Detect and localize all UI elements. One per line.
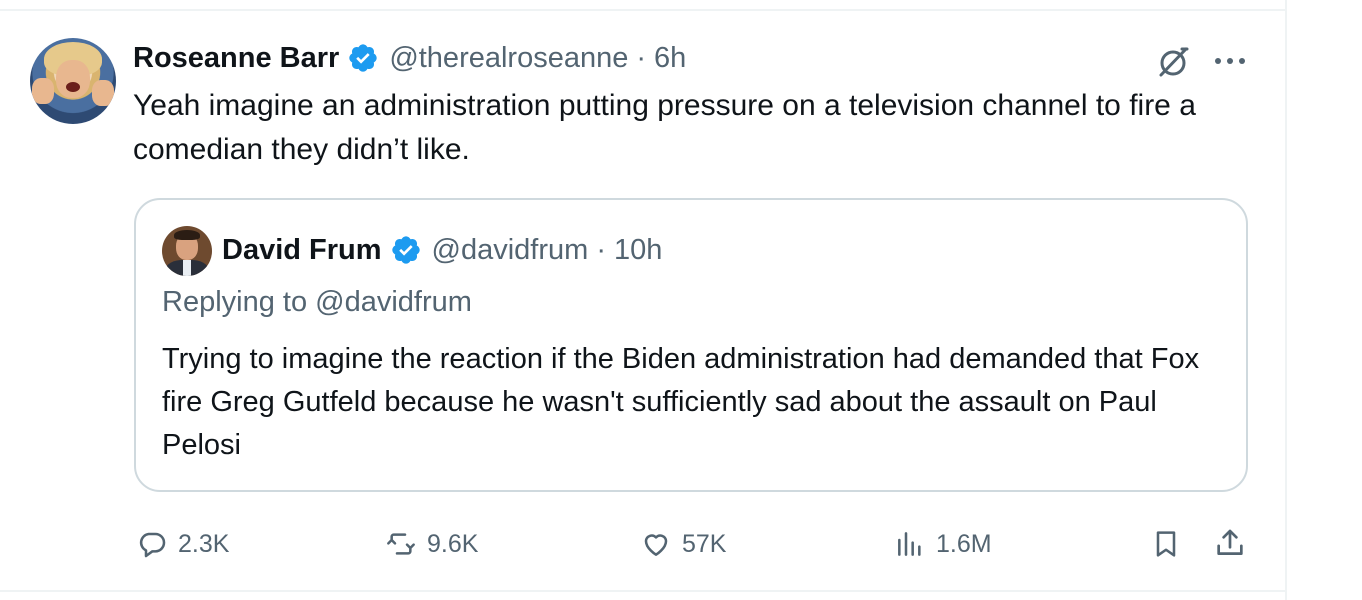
views-button[interactable]: 1.6M xyxy=(894,524,992,564)
avatar-hair xyxy=(174,230,200,240)
views-count: 1.6M xyxy=(936,529,992,558)
bottom-divider xyxy=(0,590,1285,592)
avatar-hand-left xyxy=(32,78,54,104)
repost-count: 9.6K xyxy=(427,529,479,558)
quoted-author-avatar[interactable] xyxy=(162,226,212,276)
quoted-tweet-text: Trying to imagine the reaction if the Bi… xyxy=(162,343,1200,461)
avatar-hand-right xyxy=(92,80,114,106)
views-icon xyxy=(898,532,921,556)
quoted-tweet-timestamp[interactable]: 10h xyxy=(614,234,662,267)
like-button[interactable]: 57K xyxy=(640,524,726,564)
top-divider xyxy=(0,9,1285,11)
avatar-mouth xyxy=(66,82,80,92)
heart-icon xyxy=(644,534,668,556)
grok-icon[interactable] xyxy=(1155,44,1191,80)
tweet-header: Roseanne Barr @therealroseanne · 6h xyxy=(133,36,686,80)
avatar-face xyxy=(56,60,90,98)
column-divider xyxy=(1285,0,1287,600)
tweet-text: Yeah imagine an administration putting p… xyxy=(133,89,1196,166)
repost-icon xyxy=(387,533,415,555)
reply-icon xyxy=(139,532,166,558)
replying-to-label: Replying to @davidfrum xyxy=(162,286,472,318)
verified-badge-icon xyxy=(391,236,420,264)
quoted-tweet-card[interactable]: David Frum @davidfrum · 10h Replying to … xyxy=(134,198,1248,492)
tweet-timestamp[interactable]: 6h xyxy=(654,42,686,75)
like-count: 57K xyxy=(682,529,727,558)
author-handle[interactable]: @therealroseanne xyxy=(389,42,628,75)
tweet-actions: 2.3K 9.6K 57K 1.6M xyxy=(0,524,1285,564)
reply-count: 2.3K xyxy=(178,529,230,558)
quoted-tweet-header: David Frum @davidfrum · 10h xyxy=(222,230,662,270)
header-separator: · xyxy=(636,41,647,74)
repost-button[interactable]: 9.6K xyxy=(385,524,478,564)
author-avatar[interactable] xyxy=(30,38,116,124)
share-icon[interactable] xyxy=(1213,526,1247,560)
more-icon[interactable] xyxy=(1212,54,1248,68)
quoted-header-separator: · xyxy=(596,233,606,266)
quoted-author-name[interactable]: David Frum xyxy=(222,234,382,267)
author-name[interactable]: Roseanne Barr xyxy=(133,42,339,75)
bookmark-icon[interactable] xyxy=(1150,528,1182,560)
quoted-author-handle[interactable]: @davidfrum xyxy=(432,234,589,267)
avatar-shirt xyxy=(183,260,191,276)
verified-badge-icon[interactable] xyxy=(347,42,379,74)
reply-button[interactable]: 2.3K xyxy=(136,524,229,564)
